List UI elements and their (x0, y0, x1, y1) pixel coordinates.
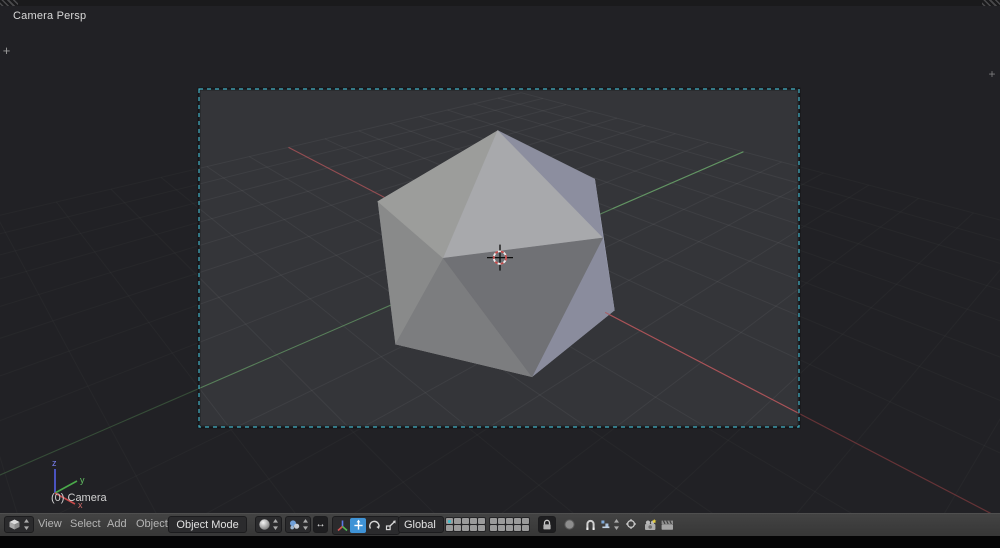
shading-solid-sphere-icon (258, 518, 270, 531)
layer-block-2 (490, 518, 529, 531)
layer-cell-15[interactable] (522, 518, 529, 524)
clapperboard-icon (660, 518, 675, 532)
updown-arrows-icon (613, 518, 620, 531)
layer-cell-18[interactable] (506, 525, 513, 531)
pivot-point-dropdown[interactable] (285, 516, 311, 533)
layer-cell-16[interactable] (490, 525, 497, 531)
layer-cell-4[interactable] (470, 518, 477, 524)
proportional-edit-button[interactable] (560, 516, 578, 533)
layer-cell-3[interactable] (462, 518, 469, 524)
axis-tripod-icon (336, 519, 349, 532)
orientation-label: Global (401, 519, 439, 531)
layer-cell-7[interactable] (454, 525, 461, 531)
menu-object[interactable]: Object (136, 518, 168, 530)
viewport-shading-dropdown[interactable] (255, 516, 282, 533)
layers-widget (446, 518, 529, 531)
layer-cell-1[interactable] (446, 518, 453, 524)
layer-cell-12[interactable] (498, 518, 505, 524)
render-animation-button[interactable] (659, 516, 676, 533)
active-layer-dot (448, 520, 451, 523)
gizmo-y-label: y (80, 475, 85, 485)
layer-cell-17[interactable] (498, 525, 505, 531)
gizmo-z-label: z (52, 458, 57, 468)
lock-to-scene-button[interactable] (538, 516, 556, 533)
layer-cell-5[interactable] (478, 518, 485, 524)
layer-cell-9[interactable] (470, 525, 477, 531)
view-name-label: Camera Persp (13, 10, 86, 22)
updown-arrows-icon (272, 518, 279, 531)
manipulator-axes-button[interactable] (334, 518, 350, 533)
mode-dropdown-label: Object Mode (173, 519, 241, 531)
translate-arrows-icon (352, 519, 365, 532)
transform-orientation-dropdown[interactable]: Global (398, 516, 444, 533)
layer-block-1 (446, 518, 485, 531)
snap-element-dropdown[interactable] (598, 516, 622, 533)
updown-arrows-icon (302, 518, 308, 531)
manipulator-translate-button[interactable] (350, 518, 366, 533)
transform-manipulator-group (332, 516, 400, 535)
manipulate-center-points-toggle[interactable]: ↔ (313, 516, 328, 533)
window-bottom-edge (0, 536, 1000, 548)
layer-cell-11[interactable] (490, 518, 497, 524)
viewport-scene[interactable] (0, 6, 1000, 513)
blender-window: { "top": { "view_label": "Camera Persp",… (0, 0, 1000, 548)
menu-view[interactable]: View (38, 518, 62, 530)
layer-cell-8[interactable] (462, 525, 469, 531)
layer-cell-14[interactable] (514, 518, 521, 524)
rotate-arc-icon (368, 519, 381, 532)
layer-cell-20[interactable] (522, 525, 529, 531)
menu-add[interactable]: Add (107, 518, 127, 530)
layer-cell-2[interactable] (454, 518, 461, 524)
scale-arrow-icon (384, 519, 397, 532)
active-object-label: (0) Camera (51, 492, 107, 504)
snap-toggle-button[interactable] (582, 516, 598, 533)
snap-target-icon (625, 518, 638, 531)
layer-cell-6[interactable] (446, 525, 453, 531)
viewport-header: View Select Add Object Object Mode (0, 513, 1000, 536)
layer-cell-19[interactable] (514, 525, 521, 531)
3d-viewport[interactable]: Camera Persp + + zyx (0) Camera (0, 6, 1000, 513)
arrows-lr-icon: ↔ (316, 520, 326, 530)
render-still-button[interactable] (642, 516, 659, 533)
pivot-median-point-icon (288, 518, 300, 531)
properties-expand-icon[interactable]: + (986, 68, 998, 80)
menu-select[interactable]: Select (70, 518, 101, 530)
render-camera-icon (643, 518, 658, 532)
magnet-icon (584, 518, 597, 531)
snap-increment-icon (600, 518, 611, 531)
manipulator-scale-button[interactable] (382, 518, 398, 533)
snap-target-button[interactable] (623, 516, 640, 533)
mode-dropdown[interactable]: Object Mode (168, 516, 247, 533)
toolshelf-expand-icon[interactable]: + (0, 44, 13, 58)
proportional-circle-icon (563, 518, 576, 531)
manipulator-rotate-button[interactable] (366, 518, 382, 533)
layer-cell-13[interactable] (506, 518, 513, 524)
layer-cell-10[interactable] (478, 525, 485, 531)
lock-icon (541, 518, 553, 531)
